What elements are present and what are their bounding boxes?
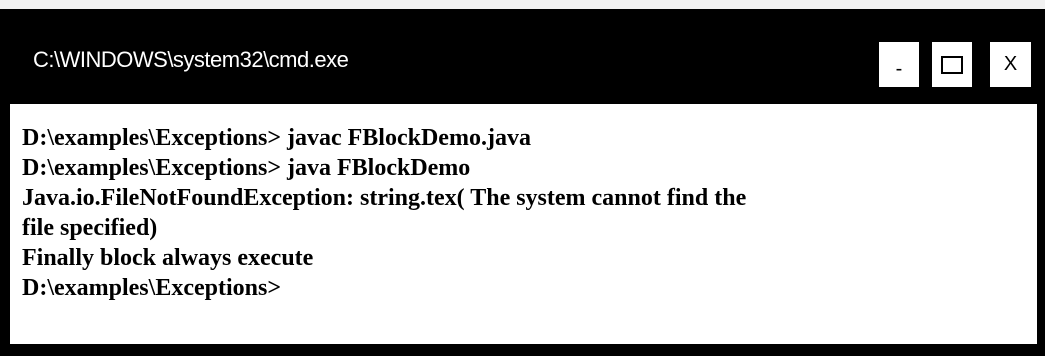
console-line: Java.io.FileNotFoundException: string.te…	[22, 185, 747, 211]
title-bar[interactable]: C:\WINDOWS\system32\cmd.exe - X	[0, 9, 1045, 104]
close-icon: X	[1003, 53, 1018, 75]
maximize-icon	[941, 55, 963, 74]
console-line: file specified)	[22, 215, 158, 241]
cmd-window: C:\WINDOWS\system32\cmd.exe - X D:\examp…	[0, 9, 1045, 356]
console-line: Finally block always execute	[22, 245, 314, 271]
console-line: D:\examples\Exceptions> javac FBlockDemo…	[22, 125, 531, 151]
maximize-button[interactable]	[932, 42, 972, 87]
minimize-icon: -	[895, 58, 903, 80]
window-title: C:\WINDOWS\system32\cmd.exe	[33, 47, 349, 72]
console-output[interactable]: D:\examples\Exceptions> javac FBlockDemo…	[10, 104, 1037, 344]
console-line: D:\examples\Exceptions> java FBlockDemo	[22, 155, 471, 181]
close-button[interactable]: X	[990, 42, 1031, 87]
minimize-button[interactable]: -	[879, 42, 919, 87]
console-prompt-line: D:\examples\Exceptions>	[22, 275, 281, 301]
